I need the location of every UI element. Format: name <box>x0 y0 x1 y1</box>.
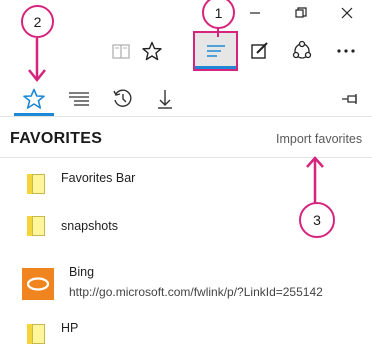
callout-2-label: 2 <box>33 13 42 30</box>
callout-1-label: 1 <box>214 4 223 21</box>
callout-2: 2 <box>21 5 54 38</box>
callout-3: 3 <box>299 202 335 238</box>
annotation-arrows <box>28 27 324 203</box>
callout-3-label: 3 <box>313 212 321 228</box>
